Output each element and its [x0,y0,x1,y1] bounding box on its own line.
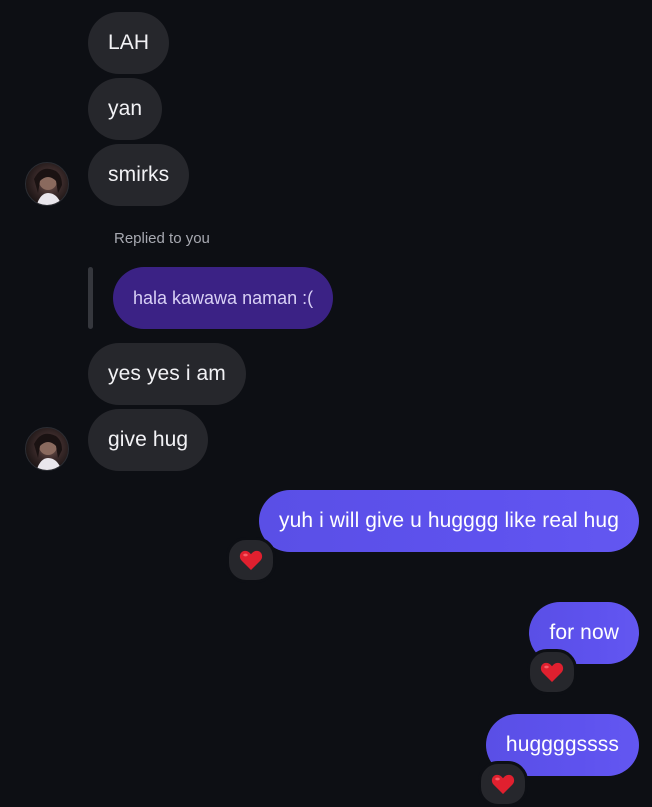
heart-icon [491,774,515,794]
sender-avatar[interactable] [25,162,69,206]
quoted-reply-message[interactable]: hala kawawa naman :( [113,267,334,329]
message-reaction[interactable] [226,537,276,583]
received-message[interactable]: smirks [88,144,190,206]
sent-message[interactable]: yuh i will give u hugggg like real hug [258,490,639,552]
avatar-photo-icon [34,168,62,205]
received-message[interactable]: yan [88,78,163,140]
heart-icon [239,550,263,570]
sender-avatar[interactable] [25,427,69,471]
avatar-photo-icon [34,433,62,470]
reply-indicator-bar [88,267,93,329]
message-reaction[interactable] [527,649,577,695]
replied-to-you-label: Replied to you [114,230,210,247]
received-message[interactable]: LAH [88,12,170,74]
received-message[interactable]: give hug [88,409,209,471]
chat-thread: LAH yan smirks Replied to you hala kawaw… [0,0,652,807]
received-message[interactable]: yes yes i am [88,343,246,405]
heart-icon [540,662,564,682]
message-reaction[interactable] [478,761,528,807]
